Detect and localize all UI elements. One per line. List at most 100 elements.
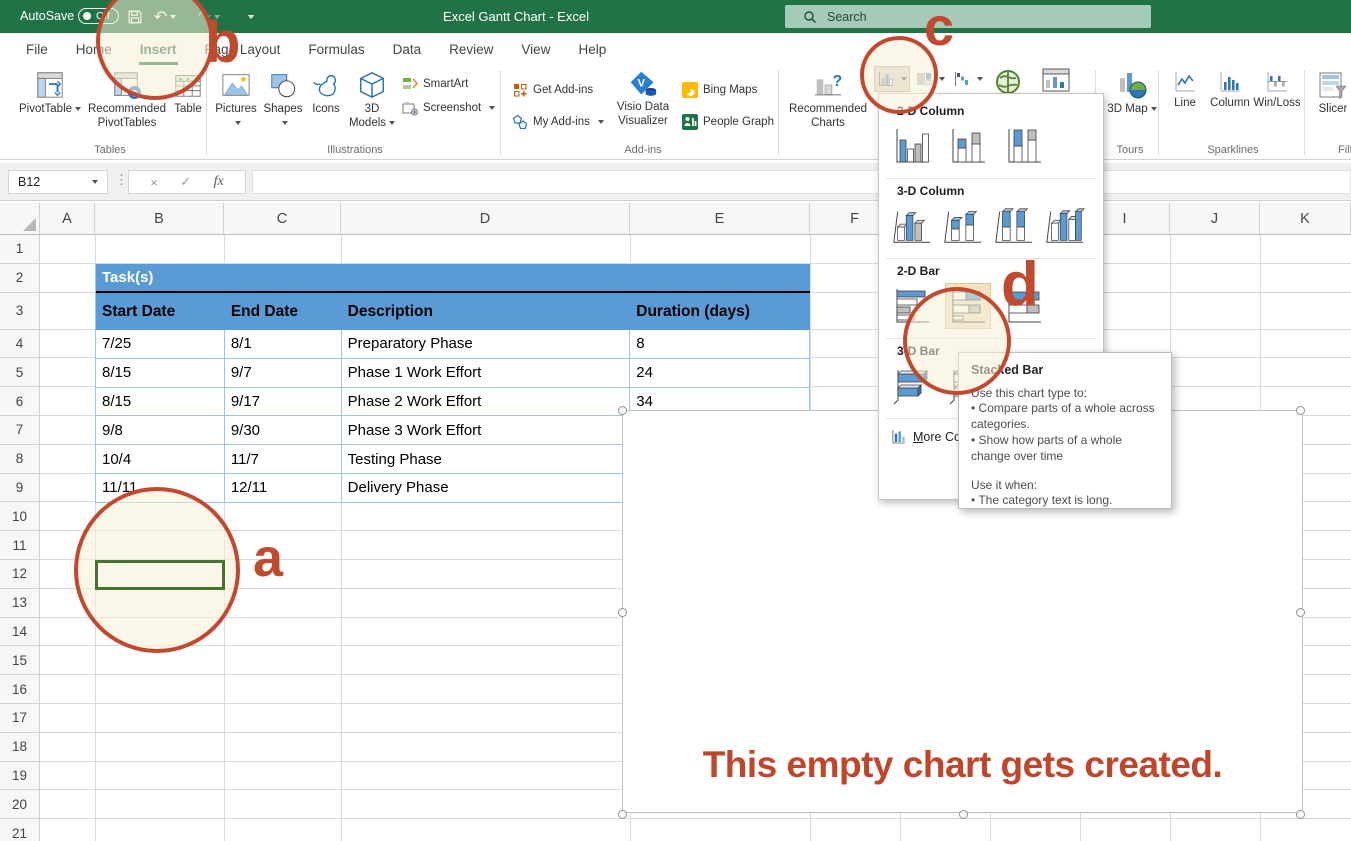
row-header[interactable]: 20 [0,790,40,819]
row-header[interactable]: 15 [0,646,40,675]
row-header[interactable]: 16 [0,675,40,704]
task-table-header-cell[interactable]: Description [342,293,631,330]
chart-resize-handle[interactable] [959,810,968,819]
tab-help[interactable]: Help [564,33,620,66]
duration-cell[interactable]: 8 [630,330,810,358]
maps-button[interactable] [994,68,1022,96]
start-date-cell[interactable]: 9/8 [96,416,225,444]
people-graph-button[interactable]: People Graph [682,112,774,132]
row-header[interactable]: 1 [0,235,40,264]
task-table-title[interactable]: Task(s) [96,264,810,293]
bing-maps-button[interactable]: Bing Maps [682,80,757,100]
shapes-button[interactable]: Shapes [260,70,306,142]
task-table-header-cell[interactable]: Duration (days) [630,293,810,330]
row-header[interactable]: 2 [0,264,40,293]
recommended-charts-button[interactable]: ? Recommended Charts [788,70,868,142]
task-table-header-cell[interactable]: End Date [225,293,342,330]
screenshot-button[interactable]: Screenshot [402,98,495,118]
start-date-cell[interactable]: 7/25 [96,330,225,358]
end-date-cell[interactable]: 8/1 [225,330,342,358]
formula-input[interactable] [252,170,1351,194]
tab-review[interactable]: Review [435,33,507,66]
task-table-header-cell[interactable]: Start Date [96,293,225,330]
line-sparkline-button[interactable]: Line [1164,70,1206,142]
row-header[interactable]: 10 [0,502,40,531]
column-header[interactable]: A [40,203,95,235]
customize-qat-button[interactable] [238,6,260,28]
3d-map-button[interactable]: 3D Map [1106,70,1158,142]
insert-function-icon[interactable]: fx [214,174,224,190]
slicer-button[interactable]: Slicer [1310,70,1351,142]
start-date-cell[interactable]: 10/4 [96,445,225,473]
end-date-cell[interactable]: 12/11 [225,474,342,502]
row-header[interactable]: 21 [0,819,40,841]
my-addins-button[interactable]: My Add-ins [512,112,604,132]
end-date-cell[interactable]: 9/7 [225,359,342,387]
row-header[interactable]: 14 [0,618,40,647]
search-bar[interactable] [785,5,1151,28]
end-date-cell[interactable]: 9/17 [225,388,342,416]
3d-column-icon[interactable] [1042,203,1088,249]
row-header[interactable]: 8 [0,445,40,474]
column-header[interactable]: D [341,203,630,235]
selected-cell-B12[interactable] [95,560,225,590]
row-header[interactable]: 5 [0,358,40,387]
end-date-cell[interactable]: 11/7 [225,445,342,473]
description-cell[interactable]: Phase 1 Work Effort [342,359,631,387]
clustered-column-icon[interactable] [889,123,935,169]
chart-resize-handle[interactable] [618,406,627,415]
column-sparkline-button[interactable]: Column [1206,70,1254,142]
pivottable-button[interactable]: PivotTable [12,70,88,142]
row-header[interactable]: 4 [0,330,40,359]
3d-models-button[interactable]: 3D Models [346,70,398,142]
row-header[interactable]: 18 [0,733,40,762]
description-cell[interactable]: Testing Phase [342,445,631,473]
chart-resize-handle[interactable] [1296,406,1305,415]
chart-resize-handle[interactable] [1296,608,1305,617]
3d-100-stacked-column-icon[interactable] [991,203,1037,249]
chart-resize-handle[interactable] [618,608,627,617]
end-date-cell[interactable]: 9/30 [225,416,342,444]
insert-waterfall-chart-button[interactable] [950,66,986,92]
column-header[interactable]: B [95,203,224,235]
description-cell[interactable]: Preparatory Phase [342,330,631,358]
search-input[interactable] [827,10,1107,24]
column-header[interactable]: J [1170,203,1260,235]
3d-clustered-column-icon[interactable] [889,203,935,249]
100-stacked-column-icon[interactable] [1001,123,1047,169]
icons-button[interactable]: Icons [306,70,346,142]
row-header[interactable]: 19 [0,762,40,791]
description-cell[interactable]: Phase 3 Work Effort [342,416,631,444]
winloss-sparkline-button[interactable]: Win/Loss [1254,70,1300,142]
column-header[interactable]: C [224,203,341,235]
duration-cell[interactable]: 24 [630,359,810,387]
column-header[interactable]: K [1260,203,1351,235]
pivotchart-button[interactable] [1042,68,1070,94]
grid-row[interactable] [40,235,1351,264]
visio-data-visualizer-button[interactable]: V Visio Data Visualizer [604,70,682,142]
column-header[interactable]: E [630,203,810,235]
tab-view[interactable]: View [507,33,564,66]
select-all-corner[interactable] [0,203,40,235]
grid-row[interactable] [40,819,1351,841]
smartart-button[interactable]: SmartArt [402,74,468,94]
description-cell[interactable]: Delivery Phase [342,474,631,502]
row-header[interactable]: 17 [0,704,40,733]
enter-icon[interactable]: ✓ [180,174,191,190]
stacked-column-icon[interactable] [945,123,991,169]
cancel-icon[interactable]: × [150,175,158,190]
start-date-cell[interactable]: 8/15 [96,359,225,387]
row-header[interactable]: 6 [0,387,40,416]
row-header[interactable]: 11 [0,531,40,560]
row-header[interactable]: 12 [0,560,40,589]
row-header[interactable]: 9 [0,474,40,503]
description-cell[interactable]: Phase 2 Work Effort [342,388,631,416]
row-header[interactable]: 7 [0,416,40,445]
row-header[interactable]: 13 [0,589,40,618]
chart-resize-handle[interactable] [618,810,627,819]
chart-resize-handle[interactable] [1296,810,1305,819]
tab-data[interactable]: Data [379,33,436,66]
get-addins-button[interactable]: Get Add-ins [512,80,593,100]
start-date-cell[interactable]: 8/15 [96,388,225,416]
3d-stacked-column-icon[interactable] [940,203,986,249]
